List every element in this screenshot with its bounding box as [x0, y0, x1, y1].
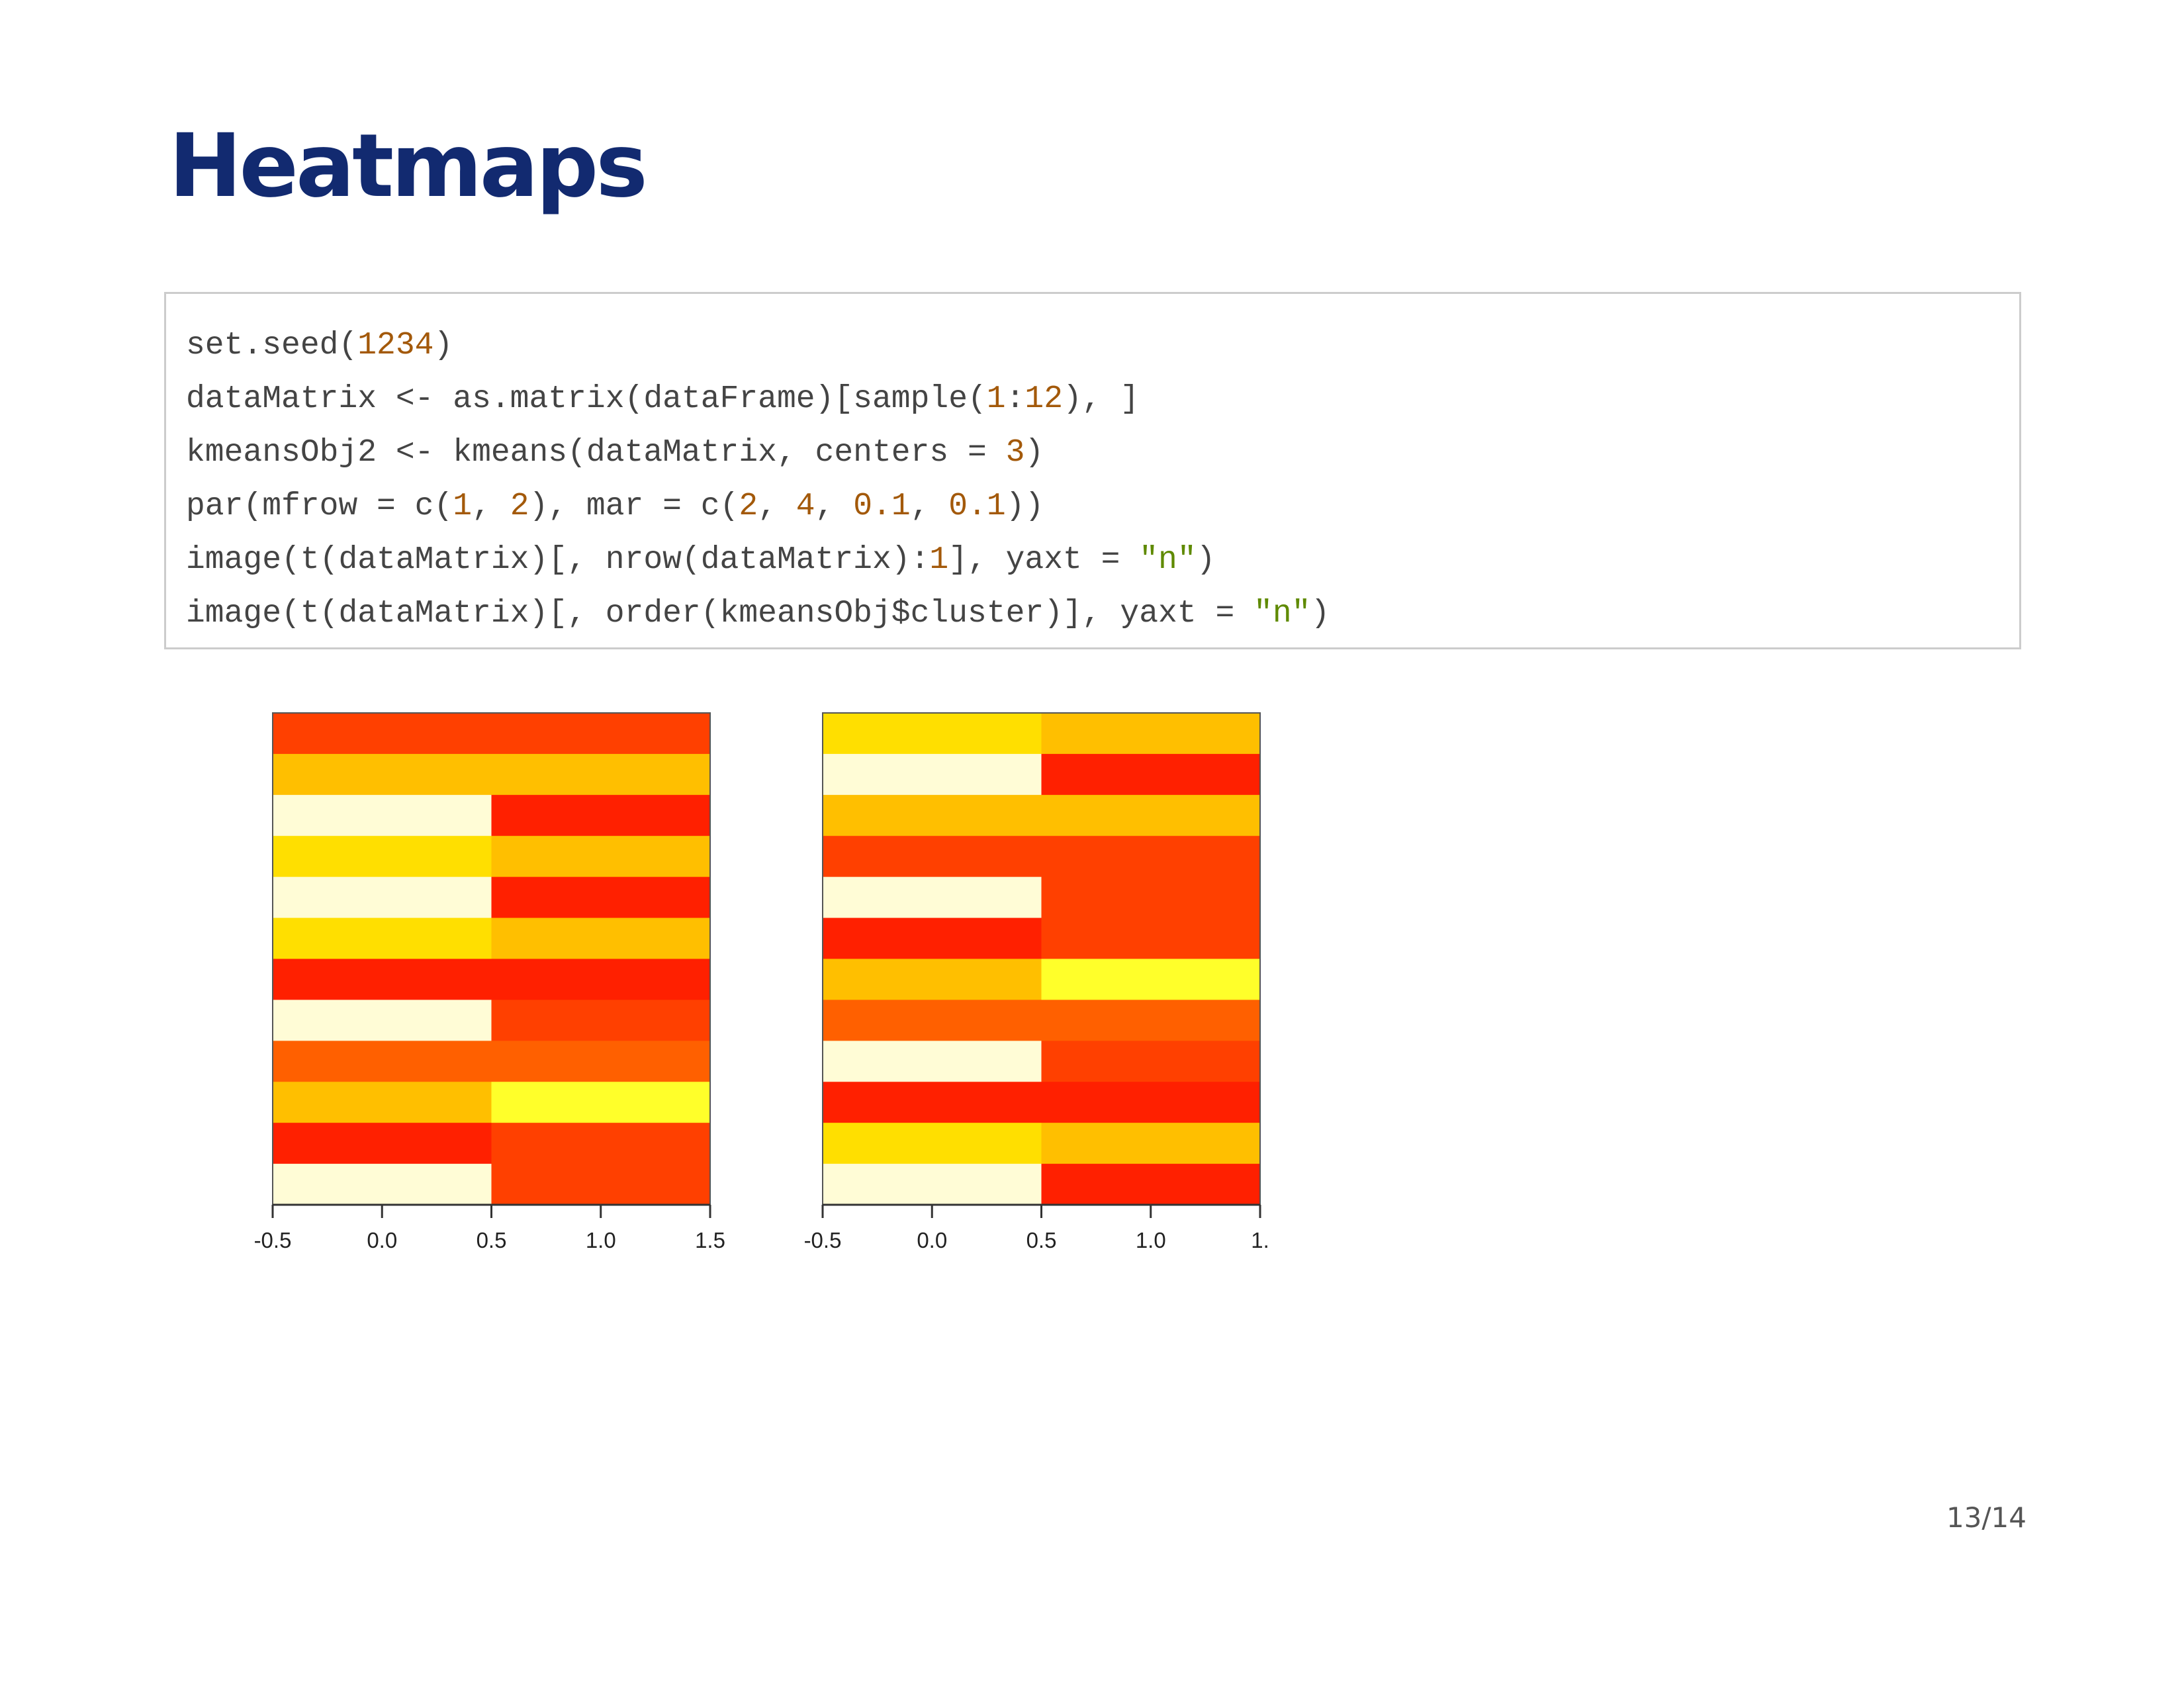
heatmap-figure: -0.5 0.0 0.5 1.0 1.5 -0.5 0.0 0.5 1.0 1. — [254, 712, 1269, 1252]
x-tick-label: 1.5 — [695, 1228, 725, 1252]
x-tick-label: 1. — [1251, 1228, 1269, 1252]
heatmap-cell — [823, 1041, 1042, 1082]
heatmap-cell — [823, 835, 1042, 878]
heatmap-cell — [491, 1000, 710, 1041]
x-tick-label: -0.5 — [254, 1228, 292, 1252]
heatmap-cell — [1041, 1082, 1260, 1123]
heatmap-cell — [823, 959, 1042, 1000]
heatmap-cell — [491, 1082, 710, 1123]
heatmap-cell — [1041, 1041, 1260, 1082]
x-tick-label: 1.0 — [1136, 1228, 1166, 1252]
x-tick-label: 0.5 — [1026, 1228, 1057, 1252]
heatmap-cell — [823, 917, 1042, 959]
heatmap-panel-1: -0.5 0.0 0.5 1.0 1.5 — [254, 712, 725, 1252]
x-tick-label: -0.5 — [804, 1228, 842, 1252]
heatmap-cell — [273, 794, 492, 837]
x-tick-label: 0.0 — [917, 1228, 947, 1252]
heatmap-cell — [491, 835, 710, 878]
heatmap-panel-2: -0.5 0.0 0.5 1.0 1. — [804, 712, 1269, 1252]
heatmap-cell — [273, 753, 492, 796]
heatmap-cell — [273, 1082, 492, 1123]
heatmap-cell — [273, 1041, 492, 1082]
heatmap-cell — [823, 1164, 1042, 1205]
heatmap-cell — [273, 959, 492, 1000]
heatmap-cell — [273, 713, 492, 755]
heatmap-cell — [273, 876, 492, 919]
heatmap-cell — [823, 876, 1042, 919]
heatmap-cell — [823, 753, 1042, 796]
heatmap-cell — [491, 917, 710, 959]
heatmap-cell — [491, 1123, 710, 1164]
heatmap-cell — [491, 794, 710, 837]
heatmap-cell — [1041, 876, 1260, 919]
heatmap-cell — [823, 794, 1042, 837]
heatmap-cell — [491, 1164, 710, 1205]
heatmap-cell — [273, 1000, 492, 1041]
heatmap-cell — [491, 753, 710, 796]
heatmap-cell — [1041, 835, 1260, 878]
heatmap-cell — [1041, 1164, 1260, 1205]
page-number: 13/14 — [1946, 1501, 2026, 1534]
heatmap-cell — [1041, 1123, 1260, 1164]
heatmap-cell — [273, 1164, 492, 1205]
heatmap-cell — [491, 876, 710, 919]
heatmap-cell — [491, 959, 710, 1000]
heatmap-cell — [823, 1000, 1042, 1041]
heatmap-cell — [1041, 917, 1260, 959]
heatmap-cell — [1041, 794, 1260, 837]
heatmap-cell — [273, 1123, 492, 1164]
heatmap-cell — [1041, 959, 1260, 1000]
heatmap-cell — [823, 1082, 1042, 1123]
x-tick-label: 0.0 — [367, 1228, 397, 1252]
heatmap-cell — [1041, 1000, 1260, 1041]
heatmap-cell — [823, 713, 1042, 755]
heatmap-cell — [491, 1041, 710, 1082]
heatmap-cell — [273, 917, 492, 959]
heatmap-cell — [273, 835, 492, 878]
heatmap-cell — [823, 1123, 1042, 1164]
heatmap-cell — [1041, 753, 1260, 796]
x-tick-label: 1.0 — [586, 1228, 616, 1252]
heatmap-cell — [1041, 713, 1260, 755]
heatmap-cell — [491, 713, 710, 755]
x-tick-label: 0.5 — [477, 1228, 507, 1252]
